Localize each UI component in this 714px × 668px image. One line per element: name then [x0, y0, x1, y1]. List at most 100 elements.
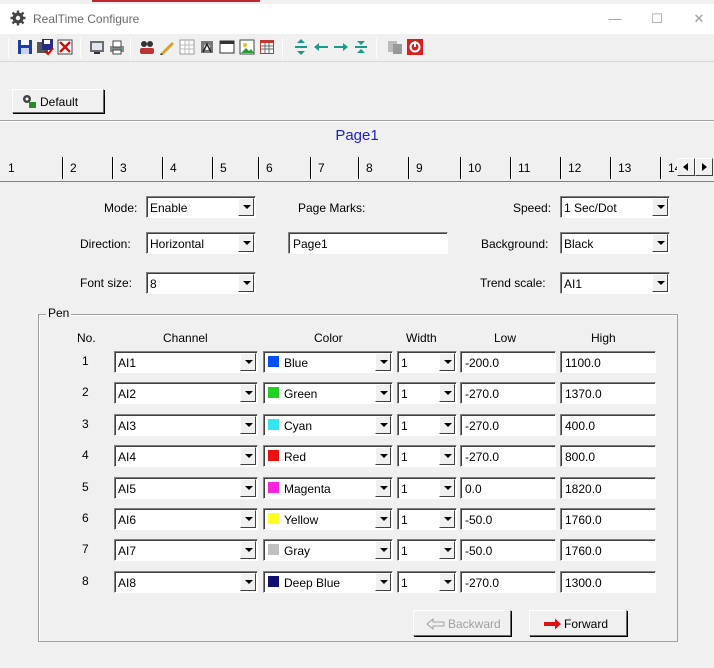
pen-channel-select[interactable]: AI7	[114, 539, 258, 561]
pen-color-select[interactable]: Green	[263, 382, 393, 404]
forward-button[interactable]: Forward	[529, 610, 627, 636]
pen-color-select[interactable]: Deep Blue	[263, 571, 393, 593]
chevron-down-icon[interactable]	[652, 198, 668, 216]
trend-scale-select[interactable]: AI1	[560, 272, 670, 294]
chevron-down-icon[interactable]	[652, 234, 668, 252]
chevron-down-icon[interactable]	[240, 510, 256, 528]
chevron-down-icon[interactable]	[375, 573, 391, 591]
pen-low-input[interactable]: -270.0	[460, 571, 556, 593]
arrow-left-icon[interactable]	[312, 38, 330, 56]
settings-tool-icon[interactable]	[198, 38, 216, 56]
chevron-down-icon[interactable]	[240, 447, 256, 465]
chevron-down-icon[interactable]	[439, 353, 455, 371]
tab-8[interactable]: 8	[358, 155, 408, 181]
backward-button[interactable]: Backward	[413, 610, 511, 636]
tab-11[interactable]: 11	[510, 155, 560, 181]
chevron-down-icon[interactable]	[238, 234, 254, 252]
font-size-select[interactable]: 8	[146, 272, 256, 294]
pen-color-select[interactable]: Gray	[263, 539, 393, 561]
chevron-down-icon[interactable]	[240, 573, 256, 591]
chevron-down-icon[interactable]	[375, 479, 391, 497]
pen-low-input[interactable]: -270.0	[460, 382, 556, 404]
page-marks-input[interactable]: Page1	[288, 232, 448, 254]
background-select[interactable]: Black	[560, 232, 670, 254]
pen-low-input[interactable]: -50.0	[460, 508, 556, 530]
chevron-down-icon[interactable]	[439, 541, 455, 559]
close-button[interactable]: ✕	[688, 9, 710, 29]
pen-color-select[interactable]: Red	[263, 445, 393, 467]
pen-width-select[interactable]: 1	[397, 382, 457, 404]
direction-select[interactable]: Horizontal	[146, 232, 256, 254]
tab-scroll-left-button[interactable]	[677, 158, 695, 176]
pen-color-select[interactable]: Yellow	[263, 508, 393, 530]
chevron-down-icon[interactable]	[375, 510, 391, 528]
pen-width-select[interactable]: 1	[397, 445, 457, 467]
chevron-down-icon[interactable]	[238, 274, 254, 292]
tab-4[interactable]: 4	[162, 155, 212, 181]
image-icon[interactable]	[238, 38, 256, 56]
mode-select[interactable]: Enable	[146, 196, 256, 218]
chevron-down-icon[interactable]	[240, 541, 256, 559]
chevron-down-icon[interactable]	[652, 274, 668, 292]
tab-5[interactable]: 5	[212, 155, 262, 181]
chevron-down-icon[interactable]	[375, 384, 391, 402]
chevron-down-icon[interactable]	[439, 447, 455, 465]
pen-width-select[interactable]: 1	[397, 351, 457, 373]
tab-10[interactable]: 10	[460, 155, 510, 181]
pen-channel-select[interactable]: AI8	[114, 571, 258, 593]
window-icon[interactable]	[218, 38, 236, 56]
chevron-down-icon[interactable]	[238, 198, 254, 216]
tab-7[interactable]: 7	[310, 155, 360, 181]
pen-channel-select[interactable]: AI3	[114, 414, 258, 436]
save-icon[interactable]	[16, 38, 34, 56]
arrow-right-icon[interactable]	[332, 38, 350, 56]
table-icon[interactable]	[258, 38, 276, 56]
maximize-button[interactable]: ☐	[646, 9, 668, 29]
chevron-down-icon[interactable]	[439, 479, 455, 497]
pen-width-select[interactable]: 1	[397, 571, 457, 593]
chevron-down-icon[interactable]	[240, 479, 256, 497]
chevron-down-icon[interactable]	[375, 353, 391, 371]
tab-13[interactable]: 13	[610, 155, 660, 181]
chevron-down-icon[interactable]	[240, 384, 256, 402]
pen-high-input[interactable]: 1100.0	[560, 351, 656, 373]
pen-channel-select[interactable]: AI5	[114, 477, 258, 499]
pen-high-input[interactable]: 1760.0	[560, 508, 656, 530]
pen-width-select[interactable]: 1	[397, 508, 457, 530]
pen-channel-select[interactable]: AI6	[114, 508, 258, 530]
disabled-copy-icon[interactable]	[386, 38, 404, 56]
minimize-button[interactable]: —	[604, 9, 626, 29]
collapse-vertical-icon[interactable]	[352, 38, 370, 56]
chevron-down-icon[interactable]	[439, 416, 455, 434]
save-all-icon[interactable]	[36, 38, 54, 56]
pen-icon[interactable]	[158, 38, 176, 56]
pen-high-input[interactable]: 1300.0	[560, 571, 656, 593]
delete-icon[interactable]	[56, 38, 74, 56]
chevron-down-icon[interactable]	[240, 416, 256, 434]
pen-channel-select[interactable]: AI2	[114, 382, 258, 404]
chevron-down-icon[interactable]	[375, 541, 391, 559]
pen-color-select[interactable]: Blue	[263, 351, 393, 373]
pen-channel-select[interactable]: AI4	[114, 445, 258, 467]
pen-color-select[interactable]: Cyan	[263, 414, 393, 436]
pen-width-select[interactable]: 1	[397, 477, 457, 499]
chevron-down-icon[interactable]	[439, 510, 455, 528]
pen-low-input[interactable]: -50.0	[460, 539, 556, 561]
pen-low-input[interactable]: -270.0	[460, 445, 556, 467]
tab-scroll-right-button[interactable]	[695, 158, 713, 176]
chevron-down-icon[interactable]	[375, 447, 391, 465]
pen-low-input[interactable]: -200.0	[460, 351, 556, 373]
grid-icon[interactable]	[178, 38, 196, 56]
pen-width-select[interactable]: 1	[397, 539, 457, 561]
default-button[interactable]: Default	[12, 89, 104, 113]
pen-high-input[interactable]: 1820.0	[560, 477, 656, 499]
print-icon[interactable]	[108, 38, 126, 56]
chevron-down-icon[interactable]	[375, 416, 391, 434]
tab-3[interactable]: 3	[112, 155, 162, 181]
chevron-down-icon[interactable]	[439, 384, 455, 402]
speed-select[interactable]: 1 Sec/Dot	[560, 196, 670, 218]
tab-9[interactable]: 9	[408, 155, 458, 181]
pen-width-select[interactable]: 1	[397, 414, 457, 436]
pen-color-select[interactable]: Magenta	[263, 477, 393, 499]
tab-6[interactable]: 6	[258, 155, 308, 181]
